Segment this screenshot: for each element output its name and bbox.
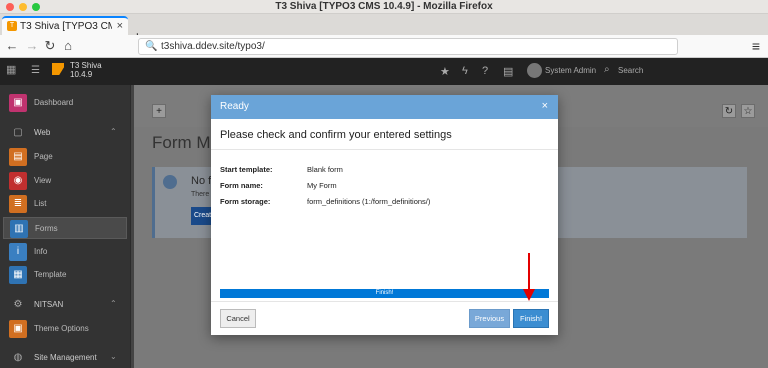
summary-value: form_definitions (1:/form_definitions/)	[307, 197, 431, 206]
summary-key: Form storage:	[220, 197, 271, 206]
reload-module-icon[interactable]: ↻	[722, 104, 736, 118]
sidebar-item-theme-options[interactable]: ▣ Theme Options	[0, 318, 130, 340]
sidebar-item-forms[interactable]: ▥ Forms	[3, 217, 127, 239]
divider	[211, 149, 558, 150]
page-icon: ▤	[9, 148, 27, 166]
summary-value: My Form	[307, 181, 337, 190]
sidebar-item-list[interactable]: ≣ List	[0, 193, 130, 215]
sidebar-item-label: View	[34, 176, 52, 185]
search-icon: ⌕	[604, 64, 610, 75]
sidebar-group-web[interactable]: ▢ Web ⌃	[0, 122, 130, 144]
module-menu-toggle-icon[interactable]: ▦	[6, 65, 17, 76]
sidebar-group-site-management[interactable]: ◍ Site Management ⌄	[0, 347, 130, 368]
sidebar-item-label: List	[34, 199, 47, 208]
summary-key: Start template:	[220, 165, 273, 174]
site-info-icon[interactable]: 🔍	[145, 41, 157, 52]
forms-icon: ▥	[10, 220, 28, 238]
site-name: T3 Shiva 10.4.9	[70, 61, 102, 79]
typo3-logo-icon	[52, 63, 64, 75]
file-icon: ▢	[13, 127, 23, 138]
red-arrow-icon	[528, 253, 530, 291]
sidebar-item-info[interactable]: i Info	[0, 241, 130, 263]
sidebar-group-nitsan[interactable]: ⚙ NITSAN ⌃	[0, 294, 130, 316]
dialog-header: Ready ×	[211, 95, 558, 119]
window-title: T3 Shiva [TYPO3 CMS 10.4.9] - Mozilla Fi…	[275, 1, 493, 12]
list-icon: ≣	[9, 195, 27, 213]
dashboard-icon: ▣	[9, 94, 27, 112]
sidebar-item-label: Page	[34, 152, 53, 161]
bookmark-star-icon[interactable]: ★	[440, 65, 450, 78]
summary-key: Form name:	[220, 181, 263, 190]
tab-strip: T T3 Shiva [TYPO3 CMS 10.4.9] × +	[0, 14, 768, 46]
chevron-up-icon: ⌃	[110, 127, 117, 136]
typo3-topbar: ▦ ☰ T3 Shiva 10.4.9 ★ ϟ ? ▤ System Admin…	[0, 58, 768, 85]
eye-icon: ◉	[9, 172, 27, 190]
sidebar-item-label: Dashboard	[34, 98, 74, 107]
tree-toggle-icon[interactable]: ☰	[31, 65, 40, 76]
back-button[interactable]: ←	[4, 38, 20, 54]
sidebar-item-label: Template	[34, 270, 67, 279]
sidebar-item-label: Theme Options	[34, 324, 89, 333]
window-titlebar: T3 Shiva [TYPO3 CMS 10.4.9] - Mozilla Fi…	[0, 0, 768, 14]
browser-tab[interactable]: T T3 Shiva [TYPO3 CMS 10.4.9] ×	[2, 16, 128, 35]
reload-button[interactable]: ↻	[42, 38, 58, 54]
dialog-heading: Please check and confirm your entered se…	[220, 129, 452, 141]
url-text: t3shiva.ddev.site/typo3/	[161, 41, 265, 52]
flash-clear-cache-icon[interactable]: ϟ	[462, 65, 468, 77]
bookmark-module-icon[interactable]: ☆	[741, 104, 755, 118]
module-menu: ▣ Dashboard ▢ Web ⌃ ▤ Page ◉ View ≣ List…	[0, 85, 130, 368]
sidebar-group-label: Site Management	[34, 353, 97, 362]
navigation-bar: ← → ↻ ⌂ 🔍 t3shiva.ddev.site/typo3/ ≡	[0, 35, 768, 58]
site-version-label: 10.4.9	[70, 70, 93, 79]
cancel-button[interactable]: Cancel	[220, 309, 256, 328]
search-input[interactable]: Search	[618, 66, 643, 75]
info-callout-text: There	[191, 191, 210, 198]
template-icon: ▦	[9, 266, 27, 284]
red-arrow-head-icon	[523, 289, 535, 301]
help-icon[interactable]: ?	[482, 65, 488, 77]
page-title: Form Ma	[152, 133, 220, 152]
close-tab-icon[interactable]: ×	[117, 20, 123, 32]
finish-button[interactable]: Finish!	[513, 309, 549, 328]
info-circle-icon	[163, 175, 177, 189]
sidebar-group-label: Web	[34, 128, 51, 137]
progress-bar: Finish!	[220, 289, 549, 298]
dialog-title: Ready	[220, 101, 249, 112]
close-icon[interactable]: ×	[542, 100, 548, 112]
chevron-down-icon: ⌄	[110, 352, 117, 361]
site-name-label: T3 Shiva	[70, 61, 102, 70]
divider	[211, 301, 558, 302]
previous-button[interactable]: Previous	[469, 309, 510, 328]
summary-value: Blank form	[307, 165, 343, 174]
user-name[interactable]: System Admin	[545, 66, 596, 75]
forward-button[interactable]: →	[24, 38, 40, 54]
avatar[interactable]	[527, 63, 542, 78]
system-info-icon[interactable]: ▤	[503, 65, 513, 78]
home-button[interactable]: ⌂	[60, 38, 76, 54]
theme-icon: ▣	[9, 320, 27, 338]
menu-button[interactable]: ≡	[752, 38, 760, 54]
sidebar-item-label: Forms	[35, 224, 58, 233]
sidebar-group-label: NITSAN	[34, 300, 64, 309]
sidebar-item-page[interactable]: ▤ Page	[0, 146, 130, 168]
typo3-favicon-icon: T	[7, 21, 17, 31]
info-icon: i	[9, 243, 27, 261]
sidebar-item-view[interactable]: ◉ View	[0, 170, 130, 192]
sidebar-item-template[interactable]: ▦ Template	[0, 264, 130, 286]
confirm-dialog: Ready × Please check and confirm your en…	[211, 95, 558, 335]
sidebar-item-label: Info	[34, 247, 48, 256]
tab-label: T3 Shiva [TYPO3 CMS 10.4.9]	[20, 21, 112, 32]
address-bar[interactable]: 🔍 t3shiva.ddev.site/typo3/	[138, 38, 678, 55]
add-button[interactable]: +	[152, 104, 166, 118]
sidebar-item-dashboard[interactable]: ▣ Dashboard	[0, 92, 130, 114]
globe-icon: ◍	[13, 352, 23, 363]
chevron-up-icon: ⌃	[110, 299, 117, 308]
gear-icon: ⚙	[13, 299, 23, 310]
